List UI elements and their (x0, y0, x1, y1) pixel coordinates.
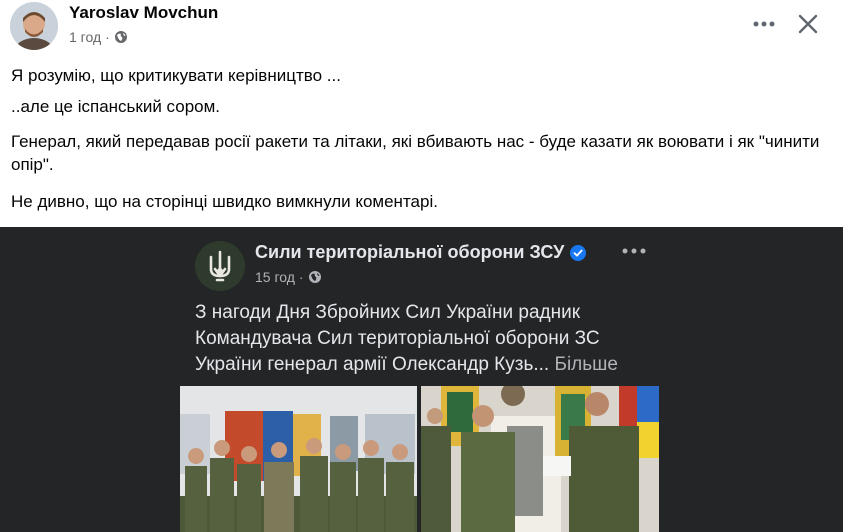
more-horizontal-icon (753, 21, 775, 27)
post-paragraph: Я розумію, що критикувати керівництво ..… (11, 66, 341, 85)
post-meta: 1 год · (69, 29, 128, 45)
award-photo-image (421, 386, 659, 532)
shared-text-body: З нагоди Дня Збройних Сил України радник… (195, 302, 600, 375)
shared-time[interactable]: 15 год (255, 269, 295, 285)
post-paragraph: Генерал, який передавав росії ракети та … (11, 132, 820, 174)
author-name[interactable]: Yaroslav Movchun (69, 3, 218, 23)
more-horizontal-icon (622, 248, 646, 254)
close-button[interactable] (792, 8, 824, 40)
shared-photo-award[interactable] (421, 386, 659, 532)
page-name-text[interactable]: Сили територіальної оборони ЗСУ (255, 242, 564, 263)
post-time[interactable]: 1 год (69, 29, 101, 45)
globe-icon (308, 270, 322, 284)
shared-meta: 15 год · (255, 269, 322, 285)
close-icon (798, 14, 818, 34)
verified-badge-icon (570, 244, 587, 261)
shared-more-button[interactable] (620, 241, 648, 261)
page-name[interactable]: Сили територіальної оборони ЗСУ (255, 242, 587, 263)
group-photo-image (180, 386, 417, 532)
shared-text: З нагоди Дня Збройних Сил України радник… (195, 300, 655, 378)
post-paragraph: Не дивно, що на сторінці швидко вимкнули… (11, 192, 438, 211)
more-options-button[interactable] (748, 8, 780, 40)
see-more-link[interactable]: Більше (554, 354, 618, 375)
author-avatar[interactable] (10, 2, 58, 50)
trident-logo-icon (209, 250, 231, 282)
meta-separator: · (105, 29, 110, 45)
globe-icon (114, 30, 128, 44)
page-avatar[interactable] (195, 241, 245, 291)
shared-post[interactable]: Сили територіальної оборони ЗСУ 15 год ·… (0, 227, 843, 532)
post-header: Yaroslav Movchun 1 год · (0, 0, 843, 60)
post-paragraph: ..але це іспанський сором. (11, 97, 221, 116)
shared-photo-group[interactable] (180, 386, 417, 532)
meta-separator: · (298, 269, 304, 285)
